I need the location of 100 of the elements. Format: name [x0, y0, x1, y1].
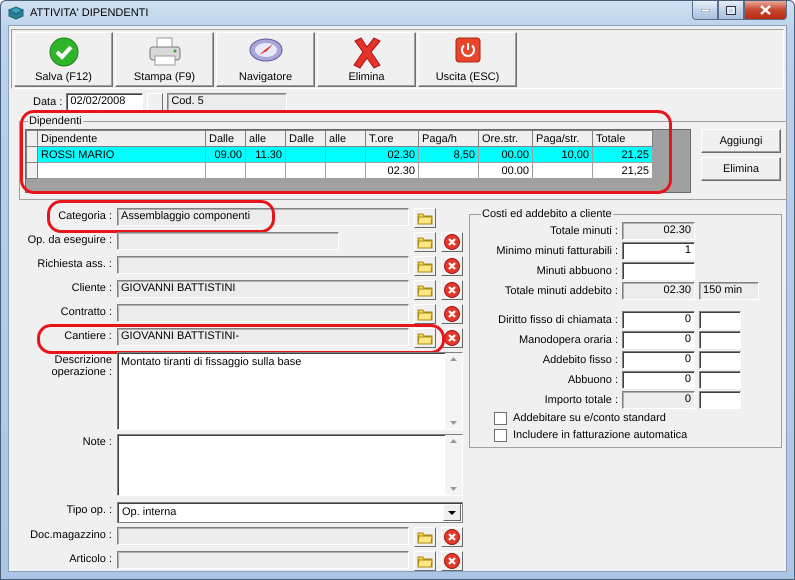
number-field[interactable]: 02.30: [622, 222, 695, 240]
text-area[interactable]: Montato tiranti di fissaggio sulla base: [117, 352, 463, 430]
column-header[interactable]: Dalle: [286, 130, 326, 146]
number-field[interactable]: 02.30: [622, 282, 695, 300]
field-label: Addebito fisso :: [542, 354, 618, 366]
number-field[interactable]: 1: [622, 242, 695, 260]
amount-field[interactable]: [699, 390, 741, 409]
table-row[interactable]: 02.30 00.00 21,25: [26, 162, 652, 178]
column-header[interactable]: Dipendente: [38, 130, 206, 146]
field-label: Totale minuti :: [549, 225, 618, 237]
lookup-field[interactable]: [117, 304, 409, 322]
toolbar-button[interactable]: Elimina: [317, 32, 416, 87]
check-icon: [48, 37, 78, 67]
toolbar-button[interactable]: Stampa (F9): [115, 32, 214, 87]
checkbox-option[interactable]: Addebitare su e/conto standard: [494, 410, 773, 426]
number-field[interactable]: 0: [622, 330, 695, 349]
action-button[interactable]: Aggiungi: [701, 129, 781, 153]
date-field[interactable]: 02/02/2008: [66, 93, 144, 111]
column-header[interactable]: alle: [246, 130, 286, 146]
number-field[interactable]: 0: [622, 370, 695, 389]
number-field[interactable]: 0: [622, 310, 695, 329]
lookup-field[interactable]: [117, 527, 409, 545]
dropdown[interactable]: Op. interna: [117, 502, 463, 523]
amount-field[interactable]: [699, 350, 741, 369]
lookup-field[interactable]: [117, 232, 339, 250]
toolbar-button[interactable]: Uscita (ESC): [418, 32, 517, 87]
scroll-up-icon[interactable]: [450, 357, 457, 361]
group-title: Costi ed addebito a cliente: [481, 208, 613, 220]
close-icon: [760, 5, 771, 15]
close-button[interactable]: [744, 1, 787, 20]
text-area[interactable]: [117, 434, 463, 496]
printer-icon: [148, 37, 182, 67]
browse-button[interactable]: [414, 232, 436, 252]
field-label: Importo totale :: [544, 394, 618, 406]
scrollbar[interactable]: [445, 353, 462, 429]
column-header[interactable]: alle: [326, 130, 366, 146]
toolbar-button[interactable]: Navigatore: [216, 32, 315, 87]
number-field[interactable]: 0: [622, 350, 695, 369]
browse-button[interactable]: [414, 256, 436, 276]
delete-icon: [444, 553, 460, 569]
scroll-down-icon[interactable]: [450, 487, 457, 491]
lookup-field[interactable]: GIOVANNI BATTISTINI: [117, 280, 409, 298]
maximize-icon: [726, 6, 736, 14]
maximize-button[interactable]: [718, 1, 744, 20]
column-header[interactable]: Totale: [592, 130, 652, 146]
number-field[interactable]: 0: [622, 390, 695, 409]
column-header[interactable]: Ore.str.: [478, 130, 532, 146]
column-header[interactable]: T.ore: [366, 130, 418, 146]
delete-icon: [444, 529, 460, 545]
delete-icon: [444, 282, 460, 298]
table-cell: 02.30: [366, 162, 418, 178]
lookup-field[interactable]: [117, 256, 409, 274]
minutes-field[interactable]: 150 min: [699, 282, 759, 300]
scroll-up-icon[interactable]: [450, 439, 457, 443]
clear-button[interactable]: [441, 280, 463, 300]
lookup-field[interactable]: [117, 551, 409, 569]
column-header[interactable]: Paga/h: [418, 130, 478, 146]
checkbox[interactable]: [494, 412, 507, 425]
book-icon: [8, 6, 24, 20]
browse-button[interactable]: [414, 208, 436, 228]
dropdown-button[interactable]: [443, 504, 461, 521]
action-button[interactable]: Elimina: [701, 157, 781, 181]
lookup-field[interactable]: Assemblaggio componenti: [117, 208, 409, 226]
scroll-down-icon[interactable]: [450, 421, 457, 425]
table-cell: [246, 162, 286, 178]
browse-button[interactable]: [414, 304, 436, 324]
table-cell: [286, 162, 326, 178]
lookup-field[interactable]: GIOVANNI BATTISTINI-: [117, 328, 409, 346]
clear-button[interactable]: [441, 551, 463, 571]
column-header[interactable]: Dalle: [206, 130, 246, 146]
clear-button[interactable]: [441, 256, 463, 276]
folder-icon: [417, 307, 433, 321]
column-header[interactable]: Paga/str.: [532, 130, 592, 146]
row-indicator: [26, 162, 38, 178]
browse-button[interactable]: [414, 551, 436, 571]
table-cell: [532, 162, 592, 178]
folder-icon: [417, 331, 433, 345]
amount-field[interactable]: [699, 370, 741, 389]
delete-icon: [444, 234, 460, 250]
amount-field[interactable]: [699, 330, 741, 349]
amount-field[interactable]: [699, 310, 741, 329]
clear-button[interactable]: [441, 527, 463, 547]
caret-icon: [448, 510, 456, 514]
number-field[interactable]: [622, 262, 695, 280]
minimize-button[interactable]: [692, 1, 718, 20]
delete-icon: [444, 258, 460, 274]
scrollbar[interactable]: [445, 435, 462, 495]
checkbox-option[interactable]: Includere in fatturazione automatica: [494, 428, 773, 444]
browse-button[interactable]: [414, 527, 436, 547]
browse-button[interactable]: [414, 328, 436, 348]
table-cell: 21,25: [592, 162, 652, 178]
clear-button[interactable]: [441, 232, 463, 252]
toolbar-button[interactable]: Salva (F12): [14, 32, 113, 87]
field-label: Diritto fisso di chiamata :: [497, 314, 618, 326]
clear-button[interactable]: [441, 304, 463, 324]
checkbox[interactable]: [494, 428, 507, 442]
table-row[interactable]: ROSSI MARIO 09.00 11.30 02.30 8,50 00.00 10,00 21,25: [26, 146, 652, 162]
date-picker-button[interactable]: [147, 93, 164, 111]
browse-button[interactable]: [414, 280, 436, 300]
compass-icon: [248, 37, 282, 63]
